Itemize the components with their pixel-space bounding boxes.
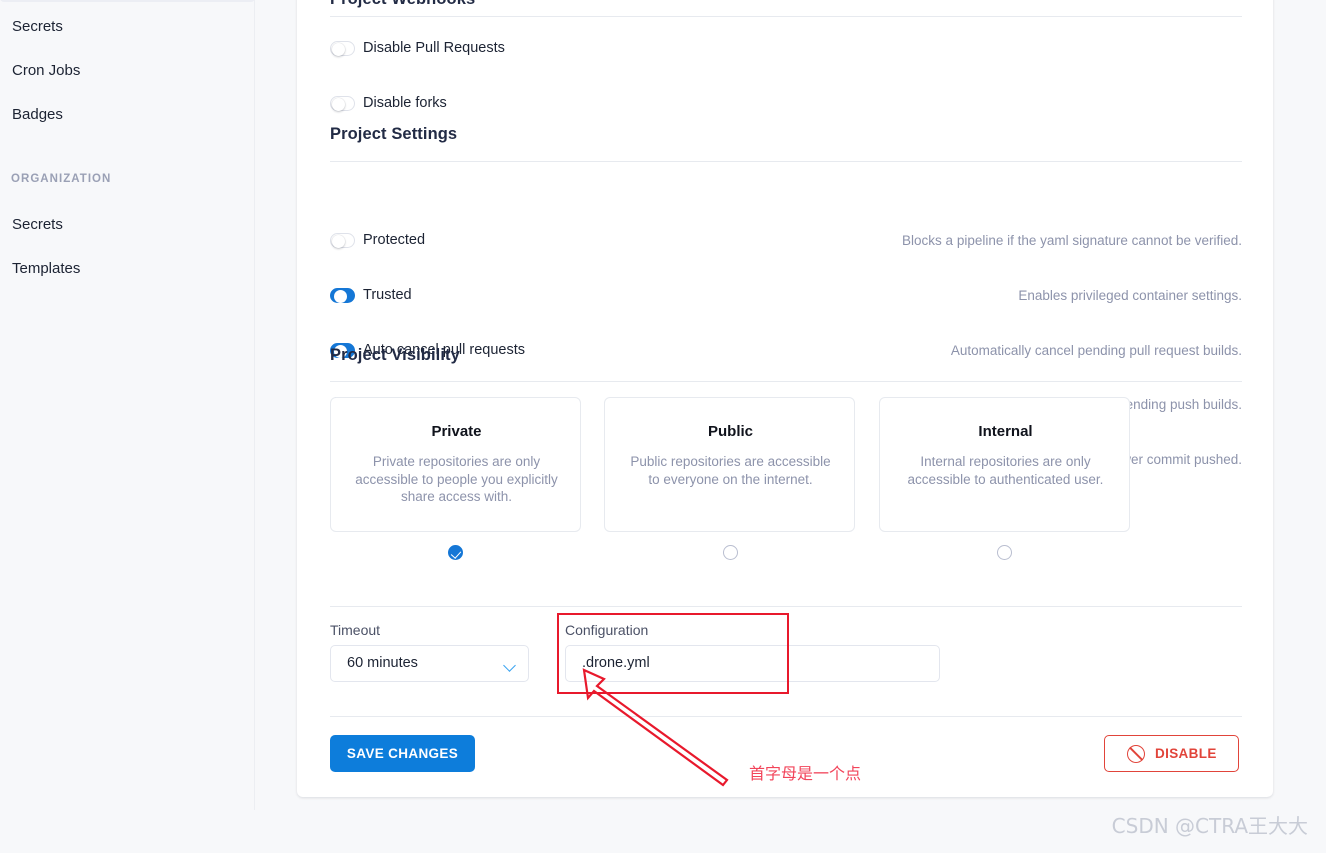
timeout-select[interactable]: 60 minutes (330, 645, 529, 682)
sidebar-section-organization: ORGANIZATION (11, 173, 112, 185)
chevron-down-icon (503, 659, 516, 672)
divider-project-visibility (330, 381, 1242, 382)
fields-row: Timeout 60 minutes Configuration .drone.… (330, 621, 1242, 682)
timeout-label: Timeout (330, 622, 381, 638)
toggle-disable-forks[interactable] (330, 96, 355, 111)
sidebar-item-cron-jobs[interactable]: Cron Jobs (12, 61, 80, 81)
radio-public[interactable] (723, 545, 738, 560)
toggle-knob (332, 235, 345, 248)
divider-fields-top (330, 606, 1242, 607)
radio-internal[interactable] (997, 545, 1012, 560)
visibility-card-public[interactable]: Public Public repositories are accessibl… (604, 397, 855, 532)
toggle-trusted[interactable] (330, 288, 355, 303)
app-root: Secrets Cron Jobs Badges ORGANIZATION Se… (0, 0, 1326, 853)
toggle-label: Protected (363, 232, 426, 248)
sidebar-item-selected-partial[interactable] (0, 0, 255, 2)
settings-panel: Project Webhooks Disable Pull Requests D… (297, 0, 1273, 797)
toggle-protected[interactable] (330, 233, 355, 248)
toggle-row-disable-forks[interactable]: Disable forks (330, 93, 1242, 120)
visibility-card-internal[interactable]: Internal Internal repositories are only … (879, 397, 1130, 532)
toggle-knob (332, 43, 345, 56)
toggle-row-trusted[interactable]: Trusted Enables privileged container set… (330, 285, 1242, 312)
visibility-card-private[interactable]: Private Private repositories are only ac… (330, 397, 581, 532)
toggle-disable-pull-requests[interactable] (330, 41, 355, 56)
toggle-label: Disable Pull Requests (363, 40, 505, 56)
visibility-card-title: Private (431, 423, 482, 440)
timeout-value: 60 minutes (347, 655, 418, 671)
visibility-card-description: Internal repositories are only accessibl… (907, 454, 1104, 487)
save-changes-button[interactable]: SAVE CHANGES (330, 735, 475, 772)
watermark: CSDN @CTRA王大大 (1111, 814, 1308, 838)
project-settings-heading: Project Settings (330, 125, 458, 143)
visibility-card-description: Public repositories are accessible to ev… (630, 454, 831, 487)
project-visibility-heading: Project Visibility (330, 346, 460, 364)
disable-button-label: DISABLE (1155, 746, 1217, 761)
disable-button[interactable]: DISABLE (1104, 735, 1239, 772)
toggle-label: Trusted (363, 287, 412, 303)
divider-project-settings (330, 161, 1242, 162)
toggle-knob (334, 290, 347, 303)
toggle-row-protected[interactable]: Protected Blocks a pipeline if the yaml … (330, 230, 1242, 257)
divider-webhooks (330, 16, 1242, 17)
sidebar-item-org-templates[interactable]: Templates (12, 259, 80, 279)
toggle-row-disable-pull-requests[interactable]: Disable Pull Requests (330, 38, 1242, 65)
toggle-description: Enables privileged container settings. (1018, 288, 1242, 303)
visibility-card-description: Private repositories are only accessible… (355, 454, 558, 504)
configuration-input[interactable]: .drone.yml (565, 645, 940, 682)
radio-private[interactable] (448, 545, 463, 560)
sidebar-item-secrets[interactable]: Secrets (12, 17, 63, 37)
toggle-description: Blocks a pipeline if the yaml signature … (902, 233, 1242, 248)
project-webhooks-heading: Project Webhooks (330, 0, 1242, 9)
visibility-card-title: Internal (978, 423, 1033, 440)
annotation-note-text: 首字母是一个点 (749, 764, 862, 783)
sidebar-item-badges[interactable]: Badges (12, 105, 63, 125)
no-entry-icon (1127, 745, 1145, 763)
sidebar: Secrets Cron Jobs Badges ORGANIZATION Se… (0, 0, 255, 810)
visibility-radio-group (330, 545, 1242, 561)
toggle-knob (332, 98, 345, 111)
sidebar-item-org-secrets[interactable]: Secrets (12, 215, 63, 235)
toggle-label: Disable forks (363, 95, 447, 111)
configuration-value: .drone.yml (582, 655, 650, 671)
configuration-label: Configuration (565, 622, 649, 638)
divider-actions (330, 716, 1242, 717)
visibility-card-group: Private Private repositories are only ac… (330, 397, 1242, 532)
visibility-card-title: Public (707, 423, 753, 440)
